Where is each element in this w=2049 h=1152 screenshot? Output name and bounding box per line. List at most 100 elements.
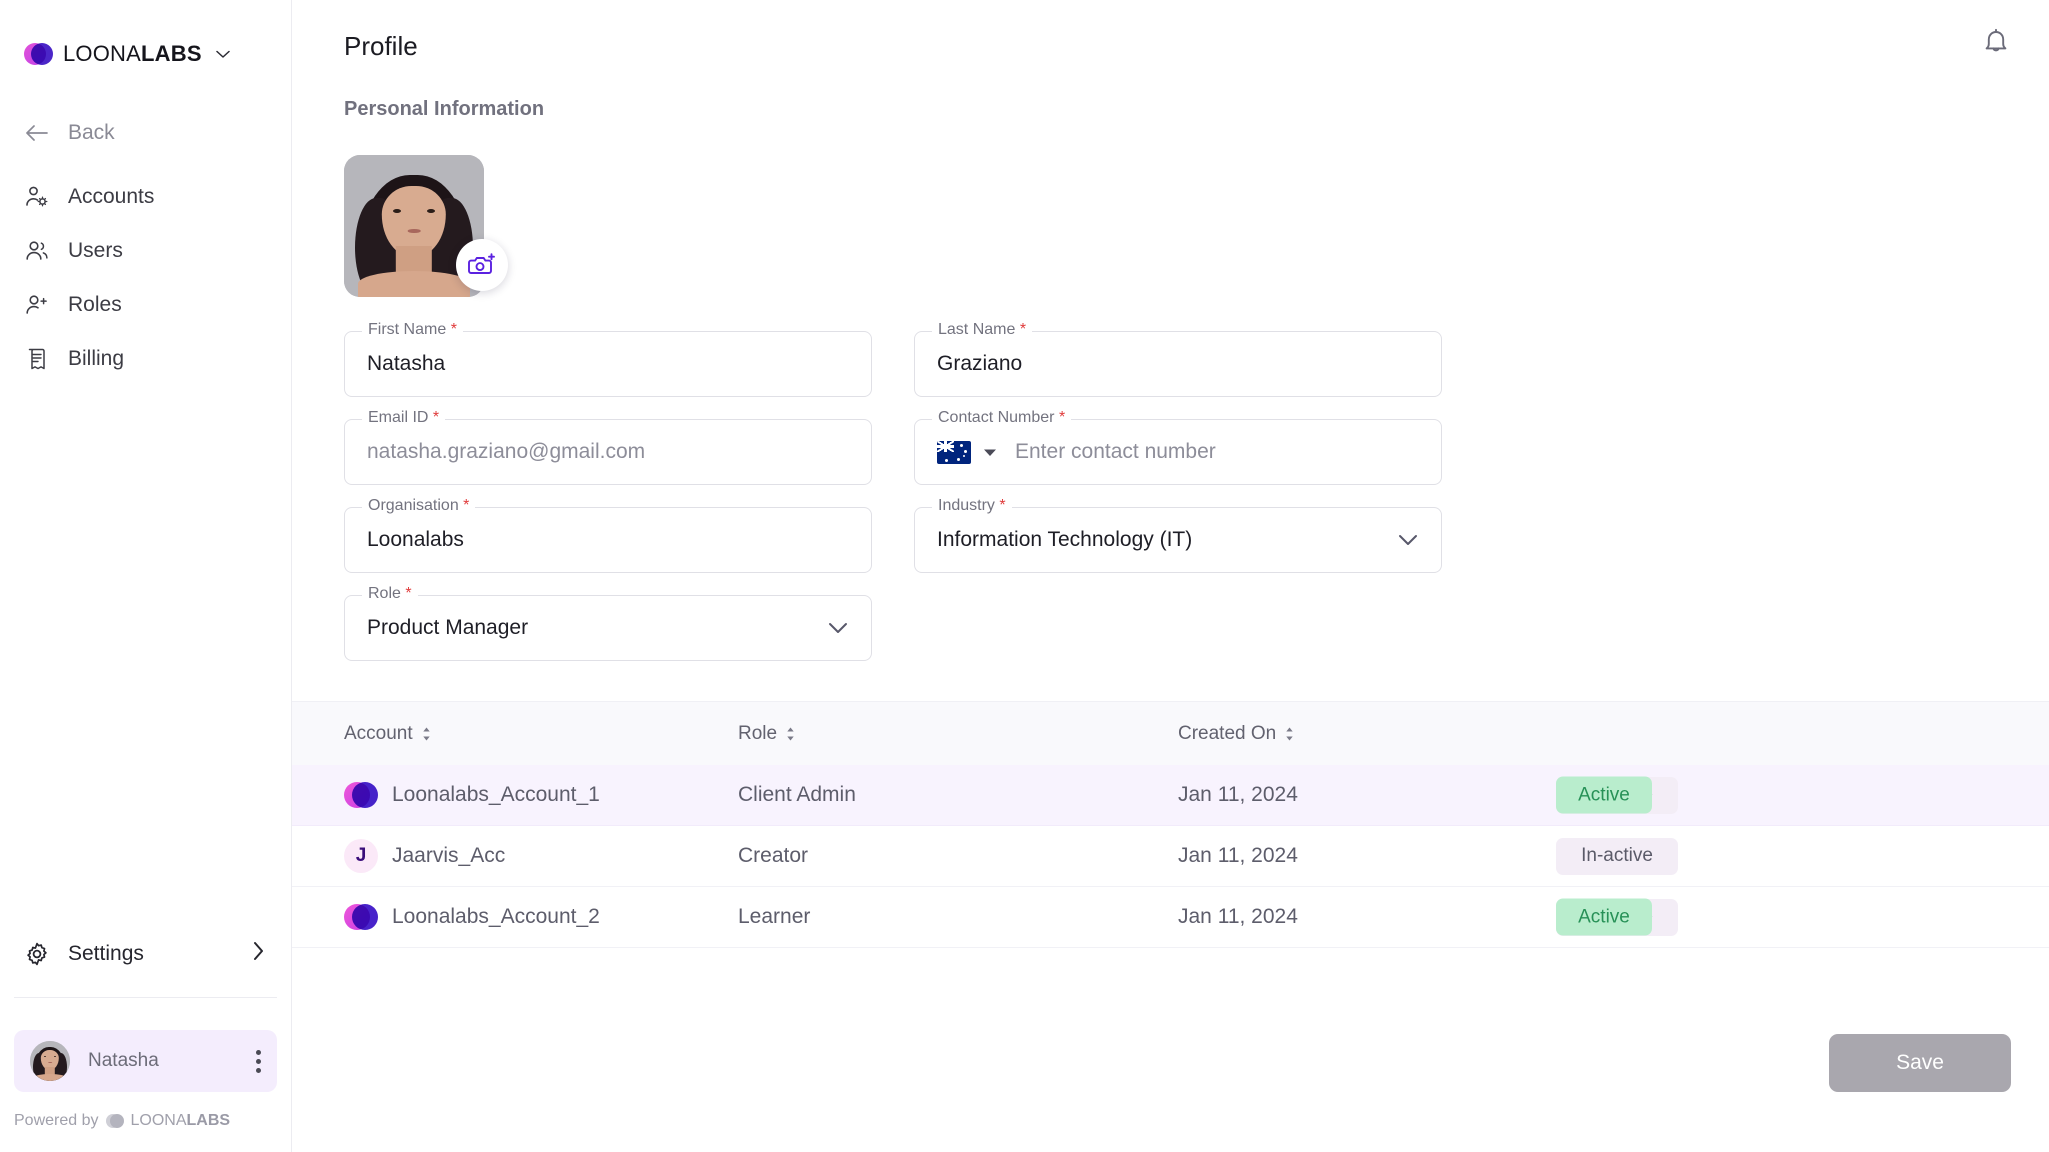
organisation-label: Organisation * — [362, 497, 476, 515]
cell-role: Creator — [738, 844, 809, 867]
table-row[interactable]: Loonalabs_Account_2 Learner Jan 11, 2024… — [292, 887, 2049, 948]
required-marker: * — [1058, 409, 1066, 426]
email-field[interactable]: Email ID * natasha.graziano@gmail.com — [344, 409, 872, 485]
email-label: Email ID * — [362, 409, 446, 427]
contact-number-field[interactable]: Contact Number * Enter contact number — [914, 409, 1442, 485]
last-name-field[interactable]: Last Name * Graziano — [914, 321, 1442, 397]
form-row-contact: Email ID * natasha.graziano@gmail.com Co… — [344, 409, 2049, 485]
sidebar-item-accounts[interactable]: Accounts — [0, 170, 291, 224]
sidebar-item-settings[interactable]: Settings — [0, 929, 291, 979]
account-logo-icon — [344, 782, 378, 808]
powered-brand-light: LOONA — [130, 1112, 187, 1129]
cell-role: Client Admin — [738, 783, 856, 806]
chevron-down-icon[interactable] — [215, 48, 230, 61]
organisation-value: Loonalabs — [367, 528, 464, 551]
section-label-personal-information: Personal Information — [344, 98, 545, 120]
chevron-right-icon[interactable] — [253, 941, 265, 967]
industry-select[interactable]: Industry * Information Technology (IT) — [914, 497, 1442, 573]
camera-add-icon[interactable] — [456, 239, 508, 291]
australia-flag-icon[interactable] — [937, 440, 971, 464]
column-header-created-on[interactable]: Created On — [1178, 723, 1556, 745]
accounts-table: Account Role Created On Loonalabs_Accoun… — [292, 701, 2049, 948]
organisation-field[interactable]: Organisation * Loonalabs — [344, 497, 872, 573]
email-value: natasha.graziano@gmail.com — [367, 440, 646, 463]
users-icon — [24, 238, 50, 264]
cell-account-name: Loonalabs_Account_1 — [392, 783, 600, 806]
contact-number-label: Contact Number * — [932, 409, 1072, 427]
required-marker: * — [999, 497, 1006, 514]
cell-account-name: Jaarvis_Acc — [392, 844, 506, 867]
country-chevron-down-icon[interactable] — [983, 445, 997, 460]
table-header-row: Account Role Created On — [292, 701, 2049, 765]
notification-bell-icon[interactable] — [1981, 28, 2011, 65]
sidebar: LOONALABS Back Accounts Users Roles Bill… — [0, 0, 292, 1152]
sort-icon[interactable] — [785, 726, 796, 742]
sidebar-item-label-accounts: Accounts — [68, 185, 155, 208]
powered-by-brand: LOONALABS — [131, 1112, 231, 1130]
main-content: Profile Personal Information First Name … — [292, 0, 2049, 1152]
loonalabs-logo-icon — [24, 43, 53, 65]
industry-value: Information Technology (IT) — [937, 528, 1193, 551]
sidebar-item-users[interactable]: Users — [0, 224, 291, 278]
cell-account-name: Loonalabs_Account_2 — [392, 905, 600, 928]
status-badge[interactable]: Active — [1556, 898, 1652, 936]
powered-brand-bold: LABS — [186, 1112, 231, 1129]
sort-icon[interactable] — [1284, 726, 1295, 742]
cell-created-on: Jan 11, 2024 — [1178, 783, 1298, 806]
profile-form: First Name * Natasha Last Name * Grazian… — [292, 321, 2049, 661]
cell-role: Learner — [738, 905, 811, 928]
column-header-account[interactable]: Account — [344, 723, 738, 745]
status-badge[interactable]: Active — [1556, 776, 1652, 814]
contact-number-placeholder: Enter contact number — [1015, 440, 1216, 463]
cell-account: Loonalabs_Account_2 — [344, 904, 738, 930]
user-add-icon — [24, 292, 50, 318]
brand-name-light: LOONA — [63, 41, 142, 66]
brand-switcher[interactable]: LOONALABS — [0, 0, 291, 66]
role-label: Role * — [362, 585, 418, 603]
brand-name-bold: LABS — [141, 41, 202, 66]
save-button[interactable]: Save — [1829, 1034, 2011, 1092]
profile-photo-wrapper — [344, 155, 508, 297]
cell-account: Loonalabs_Account_1 — [344, 782, 738, 808]
cell-status: In-active Active — [1556, 765, 2049, 825]
required-marker: * — [463, 497, 470, 514]
status-badge[interactable]: In-active — [1556, 837, 1678, 875]
sidebar-item-label-users: Users — [68, 239, 123, 262]
chevron-down-icon[interactable] — [827, 617, 849, 639]
required-marker: * — [450, 321, 457, 338]
table-row[interactable]: J Jaarvis_Acc Creator Jan 11, 2024 In-ac… — [292, 826, 2049, 887]
industry-label: Industry * — [932, 497, 1012, 515]
last-name-label: Last Name * — [932, 321, 1033, 339]
sidebar-item-roles[interactable]: Roles — [0, 278, 291, 332]
cell-created-on: Jan 11, 2024 — [1178, 905, 1298, 928]
cell-account: J Jaarvis_Acc — [344, 839, 738, 873]
gear-icon — [24, 941, 50, 967]
powered-by-text: Powered by — [14, 1112, 99, 1129]
cell-status: In-active Active — [1556, 887, 2049, 947]
sort-icon[interactable] — [421, 726, 432, 742]
form-row-org: Organisation * Loonalabs Industry * Info… — [344, 497, 2049, 573]
sidebar-user-card[interactable]: Natasha — [14, 1030, 277, 1092]
table-row[interactable]: Loonalabs_Account_1 Client Admin Jan 11,… — [292, 765, 2049, 826]
required-marker: * — [432, 409, 440, 426]
sidebar-item-label-settings: Settings — [68, 942, 144, 965]
column-header-role[interactable]: Role — [738, 723, 1178, 745]
required-marker: * — [405, 585, 412, 602]
app-root: LOONALABS Back Accounts Users Roles Bill… — [0, 0, 2049, 1152]
first-name-field[interactable]: First Name * Natasha — [344, 321, 872, 397]
first-name-label: First Name * — [362, 321, 463, 339]
account-settings-icon — [24, 184, 50, 210]
sidebar-item-label-roles: Roles — [68, 293, 122, 316]
required-marker: * — [1019, 321, 1027, 338]
more-options-icon[interactable] — [256, 1049, 261, 1073]
chevron-down-icon[interactable] — [1397, 529, 1419, 551]
cell-status: In-active — [1556, 826, 2049, 886]
sidebar-item-billing[interactable]: Billing — [0, 332, 291, 386]
sidebar-nav: Back Accounts Users Roles Billing — [0, 106, 291, 386]
last-name-value: Graziano — [937, 352, 1023, 375]
sidebar-user-name: Natasha — [88, 1050, 159, 1071]
sidebar-item-back[interactable]: Back — [0, 106, 291, 160]
sidebar-divider — [14, 997, 277, 998]
role-select[interactable]: Role * Product Manager — [344, 585, 872, 661]
sidebar-item-label-billing: Billing — [68, 347, 125, 370]
